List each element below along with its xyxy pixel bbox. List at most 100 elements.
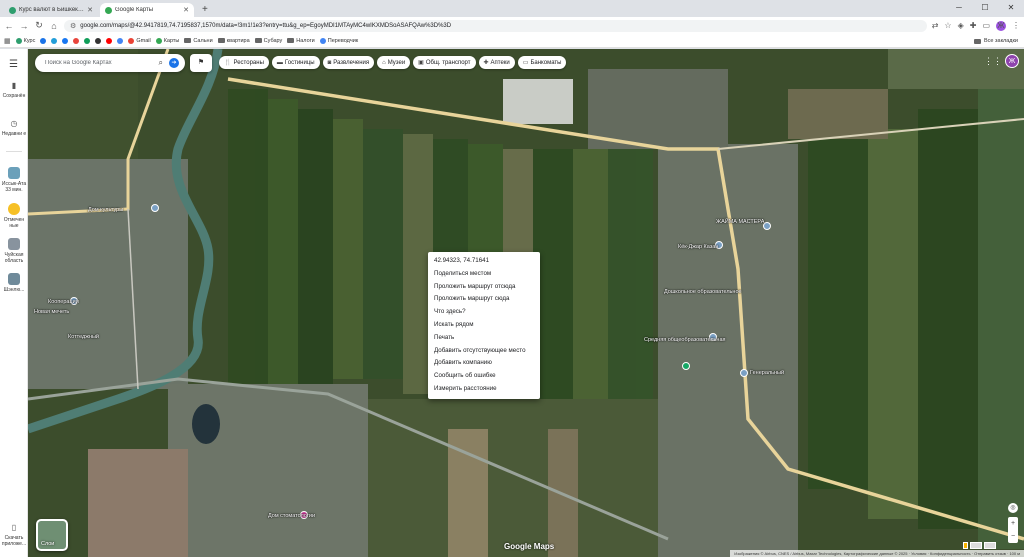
minimize-icon[interactable]: ─ <box>946 0 972 16</box>
map-label[interactable]: Кёк-Джар Казан <box>678 244 718 250</box>
bookmark-item[interactable]: Gmail <box>128 37 151 44</box>
chip-pill[interactable]: ✚ Аптеки <box>478 56 515 69</box>
bookmark-label: Переводчик <box>327 37 359 44</box>
close-window-icon[interactable]: ✕ <box>998 0 1024 16</box>
map-label[interactable]: ЖАЙМА МАСТЕРА <box>716 219 764 225</box>
bookmark-item[interactable] <box>62 37 69 44</box>
rail-place-starred[interactable]: Отмечен ные <box>0 203 28 229</box>
account-avatar[interactable]: Ж <box>1005 54 1019 68</box>
bookmark-item[interactable]: Курс <box>15 37 35 44</box>
chip-atm[interactable]: ▭ Банкоматы <box>517 56 567 69</box>
apps-grid-icon[interactable]: ▦ <box>4 37 11 45</box>
chip-camera[interactable]: ◙ Развлечения <box>322 56 375 69</box>
chip-bed[interactable]: ▬ Гостиницы <box>271 56 320 69</box>
pegman-icon[interactable] <box>963 542 968 549</box>
reload-icon[interactable]: ↻ <box>34 20 44 31</box>
context-menu-item[interactable]: Поделиться местом <box>428 268 540 281</box>
bookmark-item[interactable]: Налоги <box>287 38 315 44</box>
bookmark-item[interactable]: Переводчик <box>319 37 359 44</box>
map-label[interactable]: Средняя общеобразовательная <box>644 337 726 343</box>
search-icon[interactable]: ⌕ <box>159 58 163 68</box>
extension-icon[interactable]: ◈ <box>958 21 964 30</box>
map-label[interactable]: Новая мечеть <box>34 309 69 315</box>
context-menu-item[interactable]: Проложить маршрут сюда <box>428 293 540 306</box>
my-location-icon[interactable]: ◎ <box>1008 503 1018 513</box>
view-thumbnail[interactable] <box>984 542 996 549</box>
map-label[interactable]: Кооперации <box>48 299 79 305</box>
context-menu-item[interactable]: Измерить расстояние <box>428 383 540 396</box>
bookmark-item[interactable] <box>40 37 47 44</box>
bookmark-item[interactable] <box>106 37 113 44</box>
address-bar[interactable]: ⚙ google.com/maps/@42.9417819,74.7195837… <box>64 19 927 32</box>
rail-place-shenlu[interactable]: Шэнлю... <box>0 273 28 293</box>
menu-icon[interactable]: ☰ <box>9 59 18 70</box>
map-label[interactable]: Дом стоматологии <box>268 513 315 519</box>
rail-download-app[interactable]: ▯ Скачать приложе... <box>0 523 28 547</box>
google-maps-logo: Google Maps <box>504 542 555 551</box>
sidebar-icon[interactable]: ▭ <box>982 21 990 30</box>
new-tab-button[interactable]: + <box>196 3 214 17</box>
google-apps-icon[interactable]: ⋮⋮ <box>984 56 1002 67</box>
context-menu-item[interactable]: Добавить компанию <box>428 357 540 370</box>
bookmark-item[interactable] <box>84 37 91 44</box>
search-box[interactable]: ⌕ ➔ <box>35 54 185 72</box>
context-menu-item[interactable]: Проложить маршрут отсюда <box>428 281 540 294</box>
tab-exchange[interactable]: Курс валют в Бишкеке. Обмен ✕ <box>4 3 98 17</box>
context-menu-item[interactable]: Печать <box>428 332 540 345</box>
back-icon[interactable]: ← <box>4 21 14 31</box>
phone-icon: ▯ <box>11 523 17 532</box>
rail-recent-label: Недавни е <box>1 131 27 137</box>
bookmark-item[interactable]: Сальни <box>184 38 213 44</box>
forward-icon[interactable]: → <box>19 21 29 31</box>
directions-icon[interactable]: ➔ <box>169 58 179 68</box>
context-menu-item[interactable]: Добавить отсутствующее место <box>428 345 540 358</box>
layers-button[interactable]: Слои <box>36 519 68 551</box>
map-label[interactable]: Дом культуры <box>88 207 123 213</box>
zoom-out-button[interactable]: − <box>1008 530 1018 543</box>
context-coords[interactable]: 42.94323, 74.71641 <box>428 255 540 268</box>
star-icon[interactable]: ☆ <box>944 21 951 30</box>
zoom-in-button[interactable]: + <box>1008 517 1018 530</box>
bookmark-item[interactable] <box>95 37 102 44</box>
bookmark-item[interactable]: квартира <box>217 38 250 44</box>
translate-icon[interactable]: ⇄ <box>932 21 939 30</box>
map-pin[interactable] <box>682 362 690 370</box>
bookmark-item[interactable] <box>117 37 124 44</box>
rail-place-issyk-ata[interactable]: Иссык-Ата 33 мин. <box>0 167 28 193</box>
maximize-icon[interactable]: ☐ <box>972 0 998 16</box>
search-input[interactable] <box>45 60 153 66</box>
rail-saved[interactable]: ▮ Сохранён <box>0 81 28 99</box>
map-label[interactable]: Генеральный <box>750 370 784 376</box>
map-pin[interactable] <box>151 204 159 212</box>
home-icon[interactable]: ⌂ <box>49 21 59 31</box>
route-toggle-button[interactable]: ⚑ <box>190 54 212 72</box>
map-canvas[interactable]: ⌕ ➔ ⚑ 🍴Рестораны▬Гостиницы◙Развлечения⌂М… <box>28 49 1024 557</box>
close-tab-icon[interactable]: ✕ <box>183 6 189 14</box>
bookmark-item[interactable]: Субару <box>254 38 282 44</box>
bookmark-item[interactable]: Карты <box>155 37 180 44</box>
kebab-menu-icon[interactable]: ⋮ <box>1012 21 1020 30</box>
map-label[interactable]: Коттеджный <box>68 334 99 340</box>
bookmark-item[interactable] <box>51 37 58 44</box>
chip-museum[interactable]: ⌂ Музеи <box>377 56 411 69</box>
map-label[interactable]: Дошкольное образовательное <box>664 289 742 295</box>
tab-google-maps[interactable]: Google Карты ✕ <box>100 3 194 17</box>
map-pin[interactable] <box>740 369 748 377</box>
context-menu-item[interactable]: Сообщить об ошибке <box>428 370 540 383</box>
tab-title: Курс валют в Бишкеке. Обмен <box>19 7 84 13</box>
rail-recent[interactable]: ◷ Недавни е <box>0 119 28 137</box>
exchange-favicon-icon <box>9 6 16 14</box>
bookmark-item[interactable] <box>73 37 80 44</box>
site-info-icon[interactable]: ⚙ <box>70 22 76 30</box>
view-thumbnail[interactable] <box>970 542 982 549</box>
bookmark-label: Карты <box>163 37 180 44</box>
profile-avatar[interactable]: Ж <box>996 20 1006 31</box>
rail-place-chui[interactable]: Чуйская область <box>0 238 28 264</box>
chip-bus[interactable]: ▣ Общ. транспорт <box>413 56 476 69</box>
context-menu-item[interactable]: Искать рядом <box>428 319 540 332</box>
puzzle-icon[interactable]: ✚ <box>970 21 977 30</box>
context-menu-item[interactable]: Что здесь? <box>428 306 540 319</box>
all-bookmarks-button[interactable]: Все закладки <box>973 34 1018 47</box>
close-tab-icon[interactable]: ✕ <box>87 6 93 14</box>
chip-fork-knife[interactable]: 🍴 Рестораны <box>219 56 269 69</box>
